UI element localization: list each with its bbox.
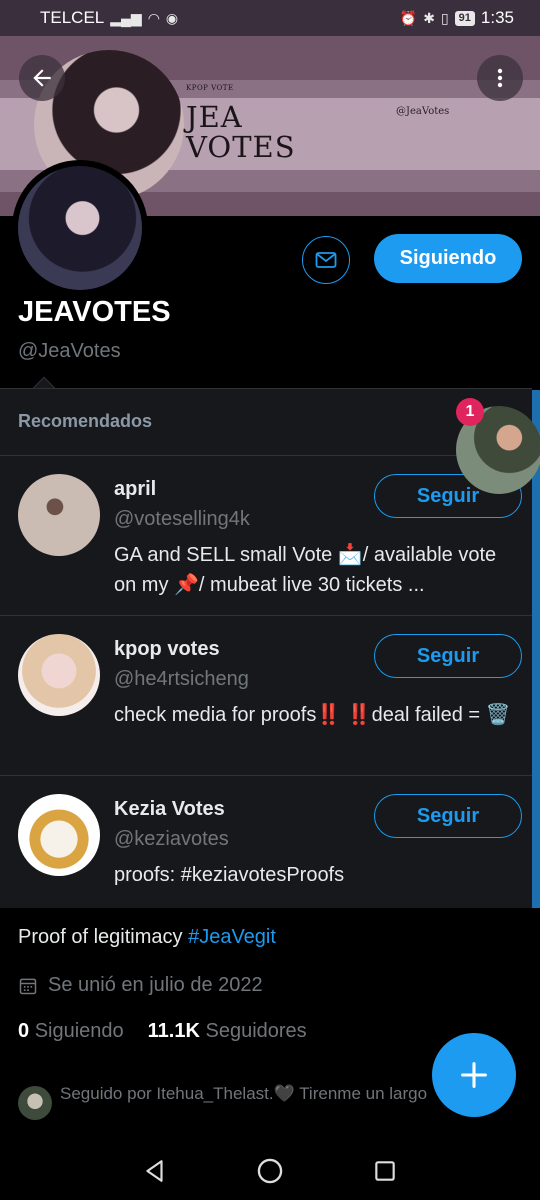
- followers-count: 11.1K: [147, 1020, 200, 1042]
- joined-date: Se unió en julio de 2022: [18, 974, 263, 997]
- clock: 1:35: [480, 8, 514, 27]
- profile-name: JEAVOTES: [18, 296, 171, 328]
- battery-icon: 91: [454, 10, 475, 26]
- recommendation-item[interactable]: april @voteselling4k GA and SELL small V…: [0, 455, 532, 615]
- envelope-icon: [315, 252, 337, 268]
- recommendation-item[interactable]: kpop votes @he4rtsicheng check media for…: [0, 615, 532, 775]
- follow-stats: 0 Siguiendo 11.1K Seguidores: [18, 1020, 307, 1043]
- followers-stat[interactable]: 11.1K Seguidores: [148, 1020, 307, 1043]
- banner-title: JEA VOTES: [186, 102, 296, 162]
- following-stat[interactable]: 0 Siguiendo: [18, 1020, 124, 1043]
- compose-button[interactable]: [432, 1033, 516, 1117]
- more-vertical-icon: [497, 68, 503, 88]
- nav-home-button[interactable]: [255, 1156, 285, 1186]
- recommendation-handle: @he4rtsicheng: [114, 668, 249, 690]
- follow-button[interactable]: Seguir: [374, 794, 522, 838]
- alarm-icon: ⏰: [399, 9, 418, 26]
- bio-hashtag-link[interactable]: #JeaVegit: [188, 926, 276, 948]
- bio-text: Proof of legitimacy: [18, 926, 189, 948]
- circle-home-icon: [257, 1158, 283, 1184]
- nav-back-button[interactable]: [140, 1156, 170, 1186]
- wifi-icon: ◠: [147, 9, 160, 26]
- message-button[interactable]: [302, 236, 350, 284]
- recommendation-handle: @keziavotes: [114, 828, 229, 850]
- banner-handle: @JeaVotes: [396, 106, 450, 117]
- nav-recents-button[interactable]: [370, 1156, 400, 1186]
- banner-title-line2: VOTES: [186, 130, 296, 164]
- recommendation-bio: GA and SELL small Vote 📩/ available vote…: [114, 544, 497, 596]
- following-count: 0: [18, 1020, 30, 1042]
- vibrate-icon: ▯: [440, 9, 449, 26]
- back-arrow-icon: [33, 69, 51, 87]
- messenger-icon: ◉: [165, 9, 179, 26]
- followers-label: Seguidores: [205, 1020, 307, 1042]
- notification-badge: 1: [456, 398, 484, 426]
- following-label: Siguiendo: [34, 1020, 124, 1042]
- recommendations-panel: Recomendados april @voteselling4k GA and…: [0, 388, 532, 908]
- followed-by[interactable]: Seguido por Itehua_Thelast.🖤 Tirenme un …: [18, 1082, 438, 1120]
- back-button[interactable]: [19, 55, 65, 101]
- profile-bio: Proof of legitimacy #JeaVegit: [18, 926, 276, 949]
- following-button[interactable]: Siguiendo: [374, 234, 522, 283]
- followed-by-text: Seguido por Itehua_Thelast.🖤 Tirenme un …: [60, 1084, 428, 1103]
- triangle-back-icon: [146, 1160, 163, 1182]
- banner-title-line1: JEA: [186, 100, 243, 134]
- signal-icon: ▂▄▆: [110, 9, 142, 26]
- bluetooth-icon: ✱: [423, 9, 435, 26]
- recommendations-header: Recomendados: [18, 411, 153, 431]
- system-navigation-bar: [0, 1140, 540, 1200]
- recommendation-name: Kezia Votes: [114, 798, 225, 820]
- recommendation-item[interactable]: Kezia Votes @keziavotes proofs: #keziavo…: [0, 775, 532, 909]
- recommendation-handle: @voteselling4k: [114, 508, 250, 530]
- recommendation-bio: proofs: #keziavotesProofs: [114, 864, 345, 886]
- banner-caption: KPOP VOTE: [186, 84, 234, 92]
- recommendation-avatar[interactable]: [18, 794, 100, 876]
- profile-handle: @JeaVotes: [18, 340, 121, 362]
- carrier-label: TELCEL: [40, 8, 105, 27]
- status-bar: TELCEL ▂▄▆ ◠ ◉ ⏰ ✱ ▯ 91 1:35: [0, 0, 540, 36]
- profile-avatar[interactable]: [12, 160, 148, 296]
- calendar-icon: [19, 978, 37, 994]
- recommendation-avatar[interactable]: [18, 474, 100, 556]
- plus-icon: [461, 1062, 487, 1088]
- recommendation-name: april: [114, 478, 157, 500]
- square-recents-icon: [375, 1161, 395, 1181]
- follow-button[interactable]: Seguir: [374, 634, 522, 678]
- joined-text: Se unió en julio de 2022: [48, 974, 263, 996]
- recommendation-avatar[interactable]: [18, 634, 100, 716]
- recommendation-bio: check media for proofs‼️ ‼️deal failed =…: [114, 704, 511, 726]
- recommendation-name: kpop votes: [114, 638, 220, 660]
- follower-avatar: [18, 1086, 52, 1120]
- more-options-button[interactable]: [477, 55, 523, 101]
